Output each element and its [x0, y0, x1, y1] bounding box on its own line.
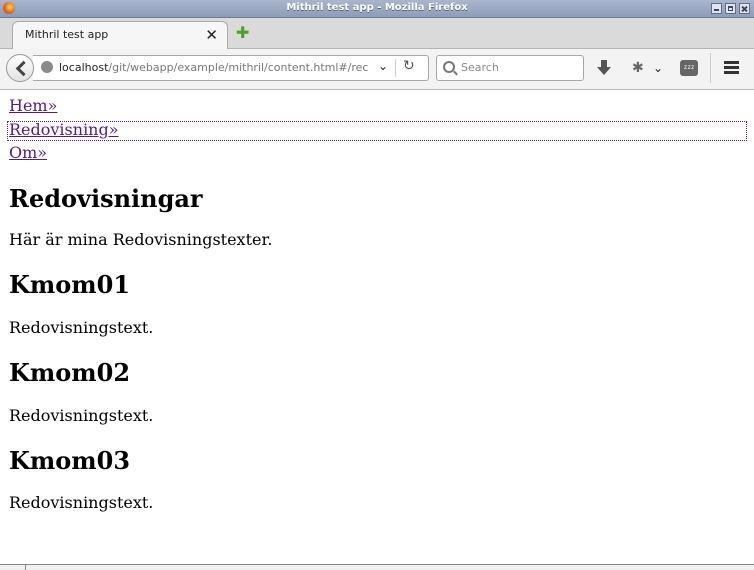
- section-title-kmom02: Kmom02: [9, 358, 131, 387]
- hamburger-menu-icon[interactable]: [724, 61, 739, 74]
- url-separator: [395, 59, 396, 77]
- nav-link-redovisning[interactable]: Redovisning»: [9, 120, 119, 140]
- section-text-kmom01: Redovisningstext.: [9, 318, 154, 337]
- tab-label: Mithril test app: [25, 28, 109, 41]
- search-box[interactable]: Search: [436, 55, 584, 81]
- nav-link-hem[interactable]: Hem»: [9, 96, 57, 116]
- page-heading: Redovisningar: [9, 184, 203, 213]
- sleep-tab-icon[interactable]: zzz: [680, 60, 698, 76]
- url-path: /git/webapp/example/mithril/content.html…: [108, 61, 369, 74]
- navigation-toolbar: localhost/git/webapp/example/mithril/con…: [0, 49, 754, 90]
- window-title: Mithril test app - Mozilla Firefox: [286, 2, 468, 13]
- intro-text: Här är mina Redovisningstexter.: [9, 230, 273, 249]
- search-placeholder: Search: [461, 61, 499, 74]
- tab-mithril-test-app[interactable]: Mithril test app ✕: [12, 21, 228, 49]
- bug-icon[interactable]: ✱: [632, 60, 644, 76]
- page-content: Hem» Redovisning» Om» Redovisningar Här …: [0, 90, 754, 564]
- back-button[interactable]: [6, 54, 34, 82]
- bug-dropdown-icon[interactable]: ⌄: [653, 61, 663, 75]
- download-icon[interactable]: [597, 60, 611, 75]
- section-title-kmom03: Kmom03: [9, 446, 131, 475]
- toolbar-separator: [710, 53, 711, 83]
- section-text-kmom03: Redovisningstext.: [9, 493, 154, 512]
- tab-strip: Mithril test app ✕ ✚: [0, 18, 754, 49]
- minimize-button[interactable]: [711, 3, 722, 14]
- url-history-dropdown-icon[interactable]: ⌄: [378, 59, 388, 73]
- maximize-button[interactable]: [725, 3, 736, 14]
- url-bar[interactable]: localhost/git/webapp/example/mithril/con…: [33, 55, 429, 81]
- search-icon: [443, 61, 455, 73]
- url-host: localhost: [59, 61, 109, 74]
- window-titlebar: Mithril test app - Mozilla Firefox: [0, 0, 754, 18]
- reload-icon[interactable]: ↻: [403, 58, 415, 74]
- globe-icon: [41, 61, 53, 73]
- nav-link-om[interactable]: Om»: [9, 143, 47, 163]
- section-text-kmom02: Redovisningstext.: [9, 406, 154, 425]
- close-tab-icon[interactable]: ✕: [205, 26, 218, 44]
- new-tab-icon[interactable]: ✚: [236, 25, 249, 41]
- url-text[interactable]: localhost/git/webapp/example/mithril/con…: [59, 61, 371, 74]
- section-title-kmom01: Kmom01: [9, 270, 131, 299]
- status-bar: [0, 564, 754, 570]
- close-window-button[interactable]: [739, 3, 750, 14]
